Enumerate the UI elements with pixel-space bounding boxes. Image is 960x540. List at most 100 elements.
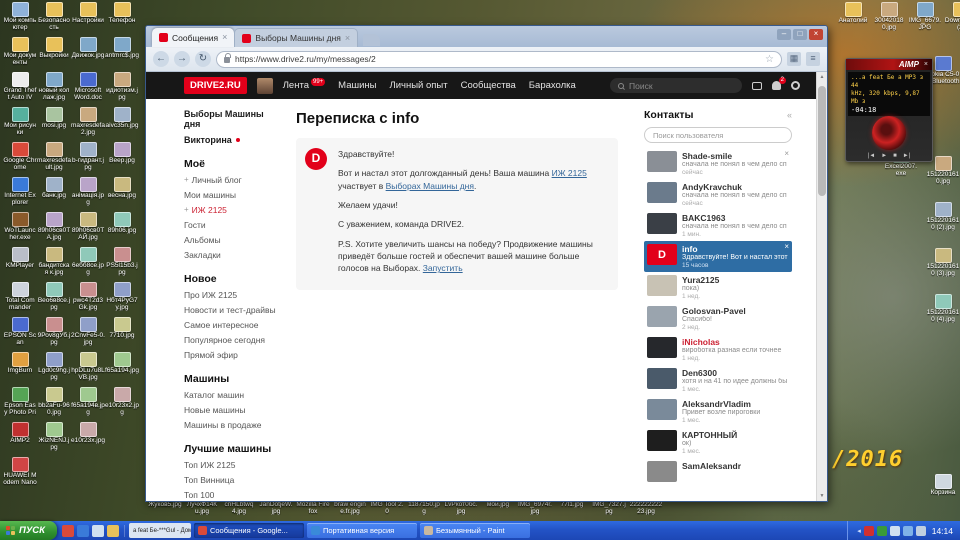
sidebar-top-link[interactable]: Выборы Машины дня	[184, 109, 278, 129]
desktop-icon[interactable]: 89h06cв0ТАЙ.jpg	[71, 212, 105, 246]
sidebar-link[interactable]: Гости	[184, 220, 278, 230]
minimize-button[interactable]: –	[777, 29, 791, 40]
maximize-button[interactable]: □	[793, 29, 807, 40]
desktop-icon[interactable]: 89h06.jpg	[105, 212, 139, 246]
desktop-icon[interactable]: IMG_6679.JPG	[908, 2, 942, 36]
antivirus-tray-icon[interactable]	[876, 525, 887, 536]
tab-messages[interactable]: Сообщения ×	[152, 28, 235, 47]
aimp-control-button[interactable]: ►	[881, 153, 887, 159]
contact-item[interactable]: Den6300 хотя и на 41 по идее должны бы 1 м…	[644, 365, 792, 396]
desktop-icon[interactable]: Мой компьютер	[3, 2, 37, 36]
taskbar-task[interactable]: Портативная версия	[306, 523, 417, 538]
scroll-down-icon[interactable]: ▼	[817, 491, 827, 501]
sidebar-link[interactable]: + ИЖ 2125	[184, 205, 278, 215]
desktop-icon[interactable]: 1512201610 (3).jpg	[926, 248, 960, 282]
network-icon[interactable]	[902, 525, 913, 536]
desktop-icon[interactable]: весна.jpg	[105, 177, 139, 211]
sidebar-link[interactable]: Новости и тест-драйвы	[184, 305, 278, 315]
desktop-icon[interactable]: Мои документы	[3, 37, 37, 71]
contacts-search-input[interactable]: Поиск пользователя	[644, 127, 792, 143]
desktop-icon[interactable]: Internet Explorer	[3, 177, 37, 211]
nav-item[interactable]: Личный опыт	[389, 80, 447, 91]
vote-link[interactable]: Выборах Машины дня	[386, 181, 474, 191]
sidebar-link[interactable]: Популярное сегодня	[184, 335, 278, 345]
page-scrollbar[interactable]: ▲ ▼	[816, 72, 827, 501]
new-tab-button[interactable]	[363, 34, 381, 46]
scroll-thumb[interactable]	[818, 86, 826, 196]
back-button[interactable]: ←	[153, 51, 169, 67]
scroll-up-icon[interactable]: ▲	[817, 72, 827, 82]
refresh-button[interactable]: ↻	[195, 51, 211, 67]
contact-item[interactable]: Dinfo Здравствуйте! Вот и настал этот 15 ч…	[644, 241, 792, 272]
contact-item[interactable]: Shade-smile сначала не понял в чем дело с…	[644, 148, 792, 179]
desktop-icon[interactable]: pwc4T2d3Gk.jpg	[71, 282, 105, 316]
desktop-icon[interactable]: aivc35n.jpg	[105, 107, 139, 141]
sidebar-link[interactable]: Альбомы	[184, 235, 278, 245]
taskbar-task[interactable]: Безымянный - Paint	[419, 523, 530, 538]
desktop-icon[interactable]: bb2aFu-960.jpg	[37, 387, 71, 421]
aimp-deskband[interactable]: a feat Бе-***Gul - Дом	[128, 523, 191, 538]
notifications-bell-icon[interactable]: 2	[772, 77, 786, 90]
address-bar[interactable]: https://www.drive2.ru/my/messages/2 ☆	[216, 50, 782, 68]
aimp-titlebar[interactable]: AIMP ×	[846, 59, 932, 71]
desktop-icon[interactable]: AIMP2	[3, 422, 37, 456]
desktop-icon[interactable]: 2CnvFe5-0.jpg	[71, 317, 105, 351]
sidebar-link[interactable]: Про ИЖ 2125	[184, 290, 278, 300]
contact-item[interactable]: Golosvan-Pavel Спасибо! 2 нед.	[644, 303, 792, 334]
forward-button[interactable]: →	[174, 51, 190, 67]
sidebar-link[interactable]: Прямой эфир	[184, 350, 278, 360]
desktop-icon[interactable]: 300420180.jpg	[872, 2, 906, 36]
contact-item[interactable]: SamAleksandr	[644, 458, 792, 485]
contact-item[interactable]: iNicholas вироботка разная если точнее 1 н…	[644, 334, 792, 365]
sidebar-link[interactable]: Топ ИЖ 2125	[184, 460, 278, 470]
site-search-input[interactable]: Поиск	[610, 78, 742, 93]
desktop-icon[interactable]: идиотизм.jpg	[105, 72, 139, 106]
contact-item[interactable]: AndyKravchuk сначала не понял в чем дело …	[644, 179, 792, 210]
collapse-icon[interactable]: «	[787, 110, 792, 120]
desktop-icon[interactable]: новый коллаж.jpg	[37, 72, 71, 106]
desktop-icon[interactable]: Total Commander	[3, 282, 37, 316]
desktop-icon[interactable]: maxresdefa 2.jpg	[71, 107, 105, 141]
tray-chevron-icon[interactable]: ◂	[857, 527, 861, 535]
bookmark-star-icon[interactable]: ☆	[765, 54, 774, 65]
nav-item[interactable]: Машины	[338, 80, 376, 91]
aimp-tray-icon[interactable]	[863, 525, 874, 536]
scroll-track[interactable]	[817, 82, 827, 491]
aimp-control-button[interactable]: ►|	[903, 153, 911, 159]
desktop-icon[interactable]: 7710.jpg	[105, 317, 139, 351]
sidebar-link[interactable]: Мои машины	[184, 190, 278, 200]
desktop-icon[interactable]: ЖizNENJ.jpg	[37, 422, 71, 456]
desktop-icon[interactable]: бандитская к.jpg	[37, 247, 71, 281]
desktop-icon[interactable]: Microsoft Word.doc	[71, 72, 105, 106]
desktop-icon[interactable]: Телефон	[105, 2, 139, 36]
sidebar-link[interactable]: Закладки	[184, 250, 278, 260]
tab-car-vote[interactable]: Выборы Машины дня ×	[234, 28, 359, 47]
taskbar-task[interactable]: Сообщения - Google...	[193, 523, 304, 538]
nav-item[interactable]: Лента 99+	[283, 78, 326, 91]
sidebar-link[interactable]: Каталог машин	[184, 390, 278, 400]
desktop-icon[interactable]: Google Chrome	[3, 142, 37, 176]
desktop-icon[interactable]: Grand Theft Auto IV	[3, 72, 37, 106]
start-button[interactable]: ПУСК	[0, 521, 57, 540]
desktop-icon[interactable]: ImgBurn	[3, 352, 37, 386]
nav-item[interactable]: Сообщества	[461, 80, 516, 91]
car-link[interactable]: ИЖ 2125	[552, 168, 587, 178]
folder-quicklaunch-icon[interactable]	[106, 524, 119, 537]
menu-icon[interactable]: ≡	[806, 52, 820, 66]
show-desktop-icon[interactable]	[91, 524, 104, 537]
drive2-logo[interactable]: DRIVE2.RU	[184, 77, 247, 94]
desktop-icon[interactable]: Мои рисунки	[3, 107, 37, 141]
messages-bubble-icon[interactable]	[752, 81, 762, 90]
aimp-control-button[interactable]: ■	[893, 153, 897, 159]
desktop-icon[interactable]: Корзина	[926, 474, 960, 508]
desktop-icon[interactable]: Анатолий	[836, 2, 870, 36]
desktop-icon[interactable]: Lgd0c9hg.jpg	[37, 352, 71, 386]
user-avatar[interactable]	[256, 77, 273, 94]
close-icon[interactable]: ×	[784, 150, 789, 158]
desktop-icon[interactable]: Downloads (2)	[944, 2, 960, 36]
contact-item[interactable]: Yura2125 пока) 1 нед.	[644, 272, 792, 303]
tray-clock[interactable]: 14:14	[932, 526, 953, 536]
usb-icon[interactable]	[915, 525, 926, 536]
desktop-icon[interactable]: e10r23x.jpg	[71, 422, 105, 456]
sidebar-link[interactable]: Машины в продаже	[184, 420, 278, 430]
